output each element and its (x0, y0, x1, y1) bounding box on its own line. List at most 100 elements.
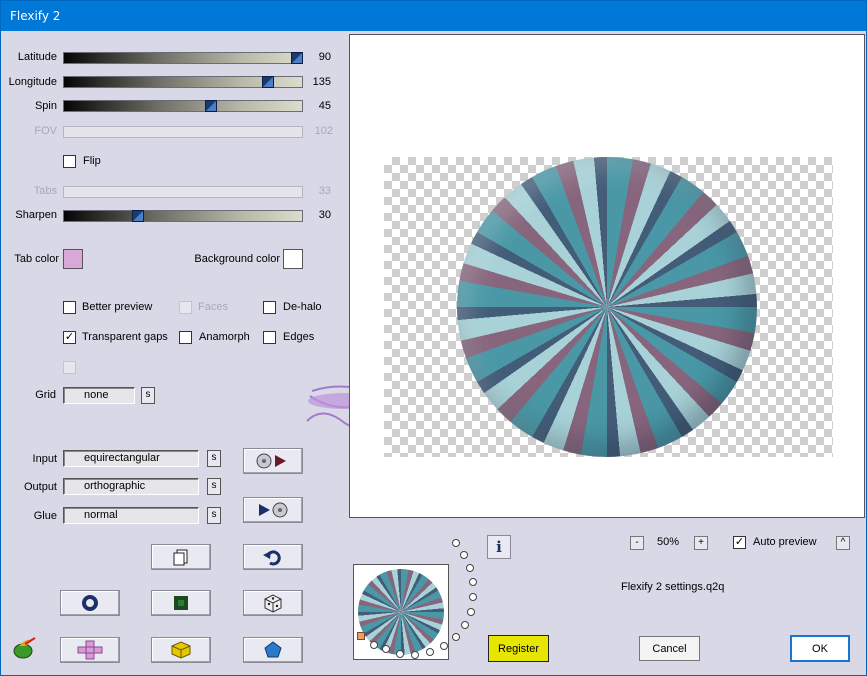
grid-label: Grid (35, 389, 56, 401)
glue-field[interactable]: normal (63, 507, 199, 524)
flip-checkbox[interactable] (63, 155, 76, 168)
navigator-anchor[interactable] (357, 632, 365, 640)
fov-value: 102 (314, 125, 333, 137)
transparent-gaps-checkbox[interactable]: ✓ (63, 331, 76, 344)
navigator-dot[interactable] (370, 641, 378, 649)
better-preview-checkbox[interactable] (63, 301, 76, 314)
grid-s-button[interactable]: s (141, 387, 155, 404)
sharpen-slider[interactable] (63, 210, 303, 222)
longitude-slider[interactable] (63, 76, 303, 88)
sphere-preview (457, 157, 757, 457)
window-title: Flexify 2 (10, 9, 61, 23)
input-field[interactable]: equirectangular (63, 450, 199, 467)
spin-label: Spin (34, 100, 57, 112)
flexify-window: Flexify 2 Latitude 90 Longitude 135 Spin… (0, 0, 867, 676)
input-label: Input (32, 453, 57, 465)
undo-button[interactable] (243, 544, 303, 570)
expand-button[interactable]: ^ (836, 536, 850, 550)
tabs-slider (63, 186, 303, 198)
de-halo-checkbox[interactable] (263, 301, 276, 314)
grid-field[interactable]: none (63, 387, 135, 404)
spin-thumb[interactable] (205, 100, 217, 112)
navigator-dot[interactable] (452, 633, 460, 641)
tabs-value: 33 (318, 185, 331, 197)
longitude-value: 135 (312, 76, 331, 88)
dice-icon (264, 594, 282, 613)
navigator-dot[interactable] (467, 608, 475, 616)
undo-icon (263, 550, 281, 566)
tab-color-swatch[interactable] (63, 249, 83, 269)
transparent-gaps-label: Transparent gaps (82, 331, 168, 343)
extra-option-checkbox (63, 361, 76, 374)
navigator-dot[interactable] (411, 651, 419, 659)
faces-checkbox (179, 301, 192, 314)
sharpen-value: 30 (318, 209, 331, 221)
title-bar[interactable]: Flexify 2 (1, 1, 866, 31)
faces-label: Faces (198, 301, 228, 313)
ring-button[interactable] (60, 590, 120, 616)
render-play-icon (256, 453, 286, 469)
fov-slider (63, 126, 303, 138)
render-play-button[interactable] (243, 448, 303, 474)
navigator-dot[interactable] (426, 648, 434, 656)
navigator-dot[interactable] (469, 593, 477, 601)
dice-button[interactable] (243, 590, 303, 616)
latitude-slider[interactable] (63, 52, 303, 64)
ring-icon (82, 595, 98, 611)
edges-checkbox[interactable] (263, 331, 276, 344)
cross-icon (77, 640, 103, 660)
ok-button[interactable]: OK (790, 635, 850, 662)
glue-label: Glue (33, 510, 57, 522)
tab-color-label: Tab color (14, 253, 59, 265)
cross-button[interactable] (60, 637, 120, 663)
copy-icon (173, 549, 188, 566)
background-color-label: Background color (194, 253, 280, 265)
latitude-value: 90 (318, 51, 331, 63)
sharpen-label: Sharpen (15, 209, 57, 221)
anamorph-label: Anamorph (199, 331, 250, 343)
pentagon-icon (264, 641, 282, 658)
navigator-dot[interactable] (460, 551, 468, 559)
longitude-thumb[interactable] (262, 76, 274, 88)
output-s-button[interactable]: s (207, 478, 221, 495)
tabs-label: Tabs (33, 185, 57, 197)
dialog-client: Latitude 90 Longitude 135 Spin 45 FOV 10… (1, 31, 866, 675)
zoom-out-button[interactable]: - (630, 536, 644, 550)
sharpen-thumb[interactable] (132, 210, 144, 222)
output-field[interactable]: orthographic (63, 478, 199, 495)
latitude-label: Latitude (17, 51, 57, 63)
background-color-swatch[interactable] (283, 249, 303, 269)
frame-icon (174, 596, 188, 610)
pentagon-button[interactable] (243, 637, 303, 663)
auto-preview-label: Auto preview (753, 536, 817, 548)
play-render-button[interactable] (243, 497, 303, 523)
glue-s-button[interactable]: s (207, 507, 221, 524)
better-preview-label: Better preview (82, 301, 153, 313)
spin-slider[interactable] (63, 100, 303, 112)
frame-button[interactable] (151, 590, 211, 616)
navigator-dot[interactable] (396, 650, 404, 658)
navigator-dot[interactable] (469, 578, 477, 586)
cube-icon (171, 641, 191, 659)
plugin-logo-icon (13, 637, 36, 659)
output-label: Output (23, 481, 57, 493)
navigator-dot[interactable] (382, 645, 390, 653)
copy-button[interactable] (151, 544, 211, 570)
navigator-dot[interactable] (466, 564, 474, 572)
cube-button[interactable] (151, 637, 211, 663)
input-s-button[interactable]: s (207, 450, 221, 467)
navigator-dot[interactable] (452, 539, 460, 547)
cancel-button[interactable]: Cancel (639, 636, 700, 661)
play-render-icon (259, 502, 288, 518)
register-button[interactable]: Register (488, 635, 549, 662)
spin-value: 45 (318, 100, 331, 112)
anamorph-checkbox[interactable] (179, 331, 192, 344)
info-button[interactable]: i (487, 535, 511, 559)
navigator-dot[interactable] (461, 621, 469, 629)
zoom-in-button[interactable]: + (694, 536, 708, 550)
navigator-thumbnail[interactable] (353, 564, 449, 660)
navigator-dot[interactable] (440, 642, 448, 650)
auto-preview-checkbox[interactable]: ✓ (733, 536, 746, 549)
de-halo-label: De-halo (283, 301, 322, 313)
flip-label: Flip (83, 155, 101, 167)
